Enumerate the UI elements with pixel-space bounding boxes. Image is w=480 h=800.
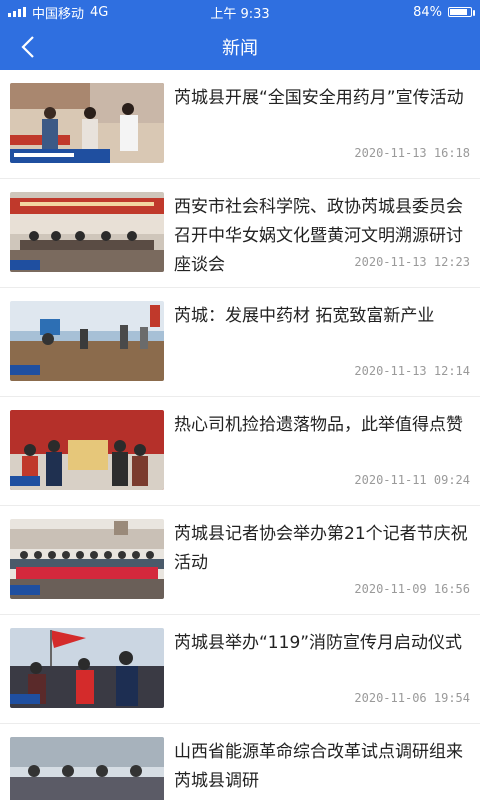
news-item[interactable]: 芮城：发展中药材 拓宽致富新产业 2020-11-13 12:14	[0, 288, 480, 397]
news-item[interactable]: 芮城县开展“全国安全用药月”宣传活动 2020-11-13 16:18	[0, 70, 480, 179]
network-label: 4G	[90, 4, 109, 20]
news-time: 2020-11-13 12:14	[354, 364, 470, 378]
news-time: 2020-11-13 12:23	[354, 255, 470, 269]
news-thumbnail	[10, 301, 164, 381]
news-title: 芮城：发展中药材 拓宽致富新产业	[174, 306, 435, 326]
news-title: 芮城县记者协会举办第21个记者节庆祝活动	[174, 524, 468, 573]
news-time: 2020-11-09 16:56	[354, 582, 470, 596]
news-title: 芮城县开展“全国安全用药月”宣传活动	[174, 88, 464, 108]
news-list[interactable]: 芮城县开展“全国安全用药月”宣传活动 2020-11-13 16:18 西安市社…	[0, 70, 480, 800]
signal-icon	[8, 7, 26, 17]
news-thumbnail	[10, 410, 164, 490]
news-thumbnail	[10, 519, 164, 599]
news-item[interactable]: 芮城县举办“119”消防宣传月启动仪式 2020-11-06 19:54	[0, 615, 480, 724]
news-thumbnail	[10, 628, 164, 708]
nav-bar: 新闻	[0, 24, 480, 70]
news-time: 2020-11-11 09:24	[354, 473, 470, 487]
news-thumbnail	[10, 83, 164, 163]
status-bar: 中国移动 4G 上午 9:33 84%	[0, 0, 480, 24]
news-item[interactable]: 山西省能源革命综合改革试点调研组来芮城县调研	[0, 724, 480, 800]
news-item[interactable]: 热心司机捡拾遗落物品，此举值得点赞 2020-11-11 09:24	[0, 397, 480, 506]
page-title: 新闻	[222, 38, 258, 59]
clock: 上午 9:33	[210, 6, 270, 22]
carrier-label: 中国移动	[32, 6, 85, 22]
battery-icon	[448, 7, 476, 17]
chevron-left-icon	[21, 36, 34, 58]
app-header: 中国移动 4G 上午 9:33 84% 新闻	[0, 0, 480, 70]
news-time: 2020-11-06 19:54	[354, 691, 470, 705]
news-title: 芮城县举办“119”消防宣传月启动仪式	[174, 633, 463, 653]
news-title: 热心司机捡拾遗落物品，此举值得点赞	[174, 415, 463, 435]
back-button[interactable]	[10, 24, 46, 70]
news-time: 2020-11-13 16:18	[354, 146, 470, 160]
news-thumbnail	[10, 737, 164, 800]
battery-percent: 84%	[413, 4, 443, 20]
news-item[interactable]: 西安市社会科学院、政协芮城县委员会召开中华女娲文化暨黄河文明溯源研讨座谈会 20…	[0, 179, 480, 288]
news-item[interactable]: 芮城县记者协会举办第21个记者节庆祝活动 2020-11-09 16:56	[0, 506, 480, 615]
news-title: 山西省能源革命综合改革试点调研组来芮城县调研	[174, 742, 463, 791]
news-thumbnail	[10, 192, 164, 272]
